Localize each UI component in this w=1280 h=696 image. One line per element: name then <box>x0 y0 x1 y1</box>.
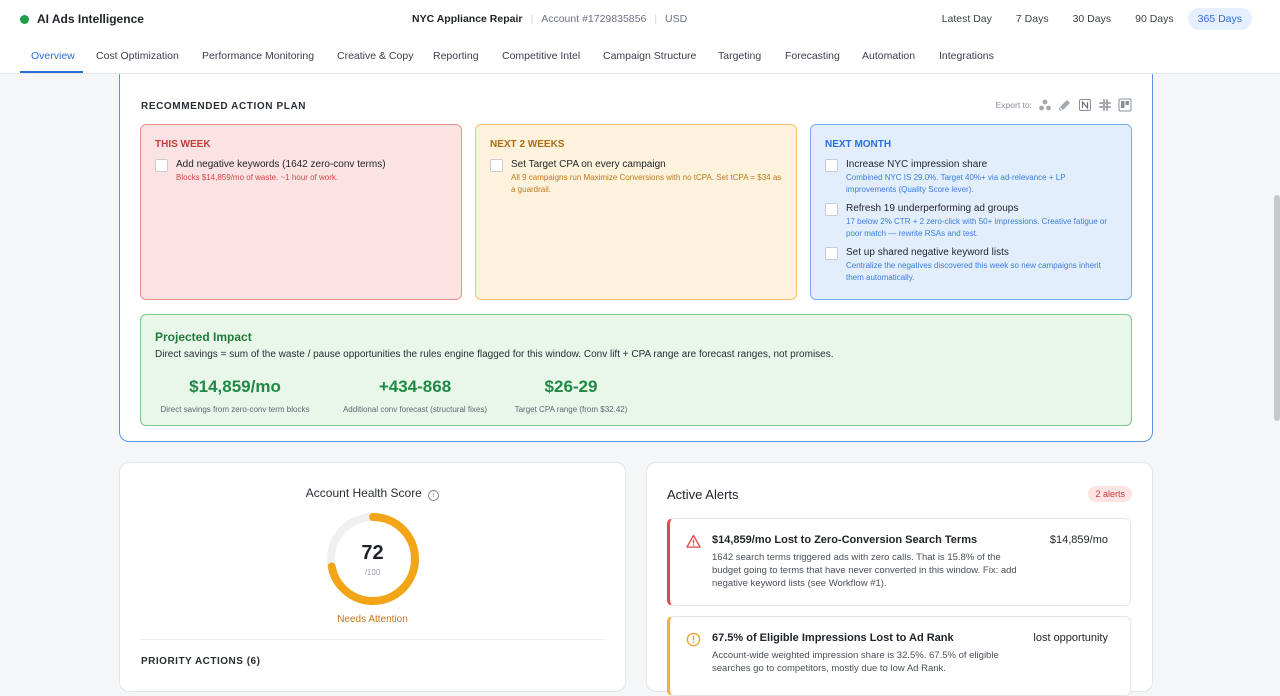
tab-targeting[interactable]: Targeting <box>718 50 761 62</box>
action-detail: Blocks $14,859/mo of waste. ~1 hour of w… <box>176 173 339 182</box>
tab-cost-optimization[interactable]: Cost Optimization <box>96 50 179 62</box>
tab-reporting[interactable]: Reporting <box>433 50 479 62</box>
impact-metric: $14,859/mo Direct savings from zero-conv… <box>155 377 315 414</box>
health-title: Account Health Score i <box>120 486 625 501</box>
impact-metric: $26-29 Target CPA range (from $32.42) <box>511 377 631 414</box>
alert-amount: lost opportunity <box>1033 632 1108 644</box>
health-score-max: /100 <box>364 568 381 577</box>
asana-icon[interactable] <box>1038 98 1052 112</box>
action-item: Increase NYC impression share Combined N… <box>825 158 1117 196</box>
action-item: Add negative keywords (1642 zero-conv te… <box>155 158 447 184</box>
action-detail: Centralize the negatives discovered this… <box>846 261 1101 282</box>
main-nav: Overview Cost Optimization Performance M… <box>0 40 1280 74</box>
action-title: Set up shared negative keyword lists <box>846 247 1009 258</box>
impact-metric: +434-868 Additional conv forecast (struc… <box>335 377 495 414</box>
app-brand[interactable]: AI Ads Intelligence <box>20 12 144 26</box>
tab-forecasting[interactable]: Forecasting <box>785 50 840 62</box>
top-bar: AI Ads Intelligence NYC Appliance Repair… <box>0 0 1280 40</box>
next-2-weeks-column: NEXT 2 WEEKS Set Target CPA on every cam… <box>475 124 797 300</box>
this-week-heading: THIS WEEK <box>155 139 211 150</box>
action-detail: 17 below 2% CTR + 2 zero-click with 50+ … <box>846 217 1107 238</box>
alert-body: Account-wide weighted impression share i… <box>712 650 999 674</box>
impact-metric-value: $14,859/mo <box>189 377 281 396</box>
tab-performance-monitoring[interactable]: Performance Monitoring <box>202 50 314 62</box>
export-bar: Export to: <box>996 98 1132 112</box>
action-checkbox[interactable] <box>155 159 168 172</box>
impact-metric-label: Additional conv forecast (structural fix… <box>342 405 488 414</box>
priority-actions-heading: PRIORITY ACTIONS (6) <box>141 656 261 667</box>
alerts-count-badge: 2 alerts <box>1088 486 1132 502</box>
projected-impact-heading: Projected Impact <box>155 330 252 344</box>
account-name: NYC Appliance Repair <box>412 13 523 25</box>
range-90-days[interactable]: 90 Days <box>1125 8 1184 30</box>
tab-integrations[interactable]: Integrations <box>939 50 994 62</box>
account-id: Account #1729835856 <box>541 13 647 25</box>
next-month-column: NEXT MONTH Increase NYC impression share… <box>810 124 1132 300</box>
alert-title: $14,859/mo Lost to Zero-Conversion Searc… <box>712 534 978 546</box>
action-title: Set Target CPA on every campaign <box>511 159 666 170</box>
tab-campaign-structure[interactable]: Campaign Structure <box>603 50 696 62</box>
active-tab-indicator <box>20 71 83 73</box>
action-checkbox[interactable] <box>490 159 503 172</box>
next-2-weeks-heading: NEXT 2 WEEKS <box>490 139 565 150</box>
action-plan-panel: RECOMMENDED ACTION PLAN Export to: THIS … <box>119 74 1153 442</box>
account-currency: USD <box>665 13 688 25</box>
separator: | <box>530 13 534 25</box>
action-item: Set up shared negative keyword lists Cen… <box>825 246 1117 284</box>
alert-body: 1642 search terms triggered ads with zer… <box>712 552 1017 589</box>
tab-competitive-intel[interactable]: Competitive Intel <box>502 50 580 62</box>
action-checkbox[interactable] <box>825 203 838 216</box>
action-checkbox[interactable] <box>825 159 838 172</box>
action-title: Add negative keywords (1642 zero-conv te… <box>176 159 386 170</box>
action-checkbox[interactable] <box>825 247 838 260</box>
this-week-column: THIS WEEK Add negative keywords (1642 ze… <box>140 124 462 300</box>
alert-item[interactable]: 67.5% of Eligible Impressions Lost to Ad… <box>667 616 1131 696</box>
alert-title: 67.5% of Eligible Impressions Lost to Ad… <box>712 632 954 644</box>
range-365-days[interactable]: 365 Days <box>1187 8 1252 30</box>
action-detail: Combined NYC IS 29.0%. Target 40%+ via a… <box>846 173 1066 194</box>
notion-icon[interactable] <box>1078 98 1092 112</box>
impact-metric-value: +434-868 <box>378 377 452 396</box>
health-title-text: Account Health Score <box>305 486 422 500</box>
projected-impact-description: Direct savings = sum of the waste / paus… <box>155 349 834 360</box>
alert-amount: $14,859/mo <box>1049 534 1108 546</box>
separator: | <box>654 13 658 25</box>
tab-automation[interactable]: Automation <box>862 50 915 62</box>
alert-item[interactable]: $14,859/mo Lost to Zero-Conversion Searc… <box>667 518 1131 606</box>
info-icon[interactable]: i <box>428 490 440 501</box>
impact-metric-label: Target CPA range (from $32.42) <box>514 405 628 414</box>
alert-circle-icon <box>686 632 701 647</box>
health-status: Needs Attention <box>337 614 408 625</box>
range-30-days[interactable]: 30 Days <box>1063 8 1122 30</box>
page-scrollbar[interactable] <box>1274 195 1280 421</box>
health-score: 72 <box>361 542 384 564</box>
account-info: NYC Appliance Repair | Account #17298358… <box>412 13 687 25</box>
warning-triangle-icon <box>686 534 701 548</box>
tab-overview[interactable]: Overview <box>31 50 75 62</box>
action-item: Set Target CPA on every campaign All 9 c… <box>490 158 782 196</box>
trello-icon[interactable] <box>1118 98 1132 112</box>
status-dot-icon <box>20 14 29 24</box>
tab-creative-copy[interactable]: Creative & Copy <box>337 50 413 62</box>
active-alerts-card: Active Alerts 2 alerts $14,859/mo Lost t… <box>646 462 1153 696</box>
impact-metric-label: Direct savings from zero-conv term block… <box>160 405 310 414</box>
projected-impact-box: Projected Impact Direct savings = sum of… <box>140 314 1132 426</box>
action-item: Refresh 19 underperforming ad groups 17 … <box>825 202 1117 240</box>
divider <box>140 639 605 640</box>
alerts-title: Active Alerts <box>667 487 739 502</box>
action-title: Refresh 19 underperforming ad groups <box>846 203 1019 214</box>
linear-icon[interactable] <box>1058 98 1072 112</box>
export-label: Export to: <box>995 100 1032 110</box>
app-title: AI Ads Intelligence <box>37 12 144 26</box>
range-7-days[interactable]: 7 Days <box>1006 8 1059 30</box>
action-detail: All 9 campaigns run Maximize Conversions… <box>511 173 782 194</box>
date-range-selector: Latest Day 7 Days 30 Days 90 Days 365 Da… <box>932 8 1252 30</box>
action-title: Increase NYC impression share <box>846 159 988 170</box>
action-plan-heading: RECOMMENDED ACTION PLAN <box>141 101 307 112</box>
range-latest-day[interactable]: Latest Day <box>932 8 1002 30</box>
account-health-card: Account Health Score i 72 /100 Needs Att… <box>119 462 626 692</box>
next-month-heading: NEXT MONTH <box>825 139 892 150</box>
slack-icon[interactable] <box>1098 98 1112 112</box>
impact-metric-value: $26-29 <box>544 377 598 396</box>
